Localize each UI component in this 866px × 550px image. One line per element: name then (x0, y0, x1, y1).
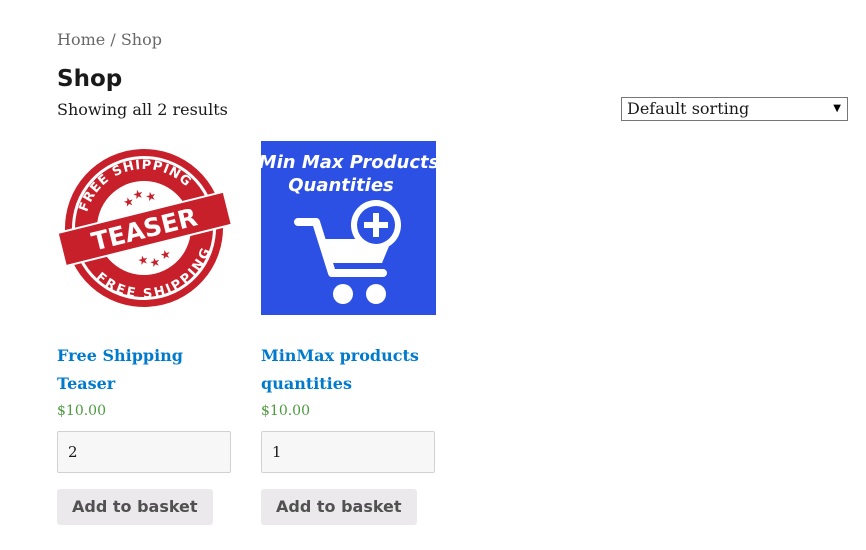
product-price: $10.00 (261, 403, 310, 419)
product-image-link[interactable]: FREE SHIPPING FREE SHIPPING ★ ★ ★ ★ ★ ★ TEAS… (57, 141, 232, 315)
breadcrumb: Home / Shop (57, 30, 162, 49)
sorting-select[interactable]: Default sorting ▼ (621, 97, 848, 121)
product-image-link[interactable]: Min Max Products Quantities (261, 141, 436, 315)
shopping-cart-plus-image: Min Max Products Quantities (261, 141, 436, 315)
quantity-input[interactable] (261, 431, 435, 473)
product-title: MinMax products quantities (261, 342, 436, 398)
page-title: Shop (57, 66, 123, 92)
product-title-link[interactable]: MinMax products quantities (261, 346, 419, 393)
add-to-basket-button[interactable]: Add to basket (261, 489, 417, 525)
svg-text:Quantities: Quantities (288, 175, 394, 196)
product-card: Min Max Products Quantities MinMax produ… (261, 141, 436, 525)
breadcrumb-home-link[interactable]: Home (57, 30, 105, 49)
breadcrumb-separator: / (110, 30, 116, 49)
dropdown-arrow-icon: ▼ (833, 103, 841, 114)
product-title-link[interactable]: Free Shipping Teaser (57, 346, 183, 393)
product-title: Free Shipping Teaser (57, 342, 232, 398)
plus-icon (351, 200, 401, 250)
product-price: $10.00 (57, 403, 106, 419)
free-shipping-stamp-image: FREE SHIPPING FREE SHIPPING ★★ ★ ★★★ TEAS… (57, 145, 232, 315)
add-to-basket-button[interactable]: Add to basket (57, 489, 213, 525)
svg-text:Min Max Products: Min Max Products (261, 152, 436, 173)
result-count: Showing all 2 results (57, 100, 228, 119)
breadcrumb-current: Shop (120, 30, 162, 49)
sorting-selected-value: Default sorting (627, 99, 750, 118)
product-card: FREE SHIPPING FREE SHIPPING ★ ★ ★ ★ ★ ★ TEAS… (57, 141, 232, 525)
quantity-input[interactable] (57, 431, 231, 473)
